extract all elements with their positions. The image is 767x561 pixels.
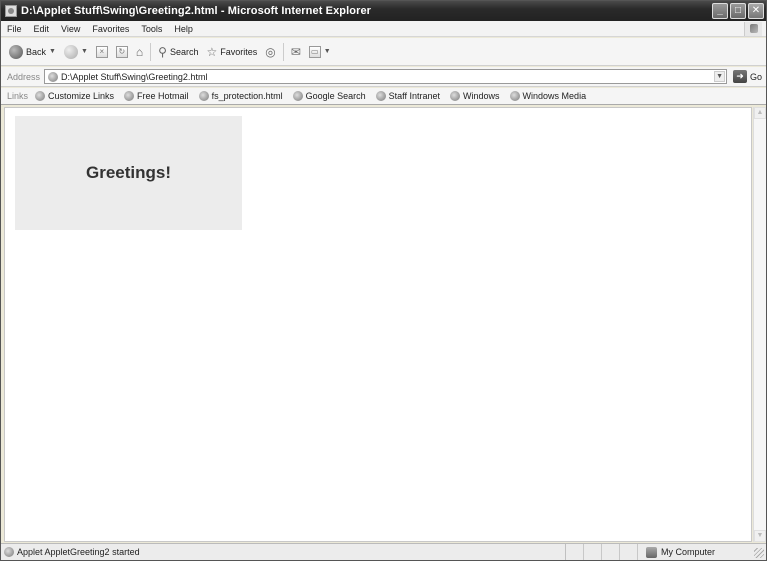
resize-grip-icon[interactable]: [754, 548, 764, 558]
link-label: Staff Intranet: [388, 91, 441, 101]
link-windows[interactable]: Windows: [447, 91, 500, 101]
ie-page-icon: [292, 91, 303, 101]
status-cell: [620, 544, 638, 560]
windows-logo-icon: [744, 22, 762, 36]
mail-icon: ✉: [290, 44, 301, 59]
link-label: Windows Media: [522, 91, 587, 101]
back-arrow-icon: [9, 44, 23, 59]
address-bar: Address D:\Applet Stuff\Swing\Greeting2.…: [1, 67, 766, 87]
print-icon: ▭: [308, 45, 321, 58]
menu-view[interactable]: View: [55, 24, 86, 34]
browser-window: D:\Applet Stuff\Swing\Greeting2.html - M…: [0, 0, 767, 561]
computer-icon: [646, 546, 657, 558]
favorites-label: Favorites: [220, 46, 258, 57]
forward-arrow-icon: [63, 44, 78, 59]
stop-icon: ×: [95, 45, 108, 58]
status-page-icon: [4, 547, 14, 557]
ie-page-icon: [124, 91, 135, 101]
menu-file[interactable]: File: [1, 24, 28, 34]
toolbar-separator: [282, 42, 284, 61]
address-dropdown-icon[interactable]: ▼: [714, 71, 726, 82]
window-controls: _ □ ✕: [712, 3, 764, 19]
favorites-button[interactable]: ☆ Favorites: [202, 41, 261, 63]
title-bar[interactable]: D:\Applet Stuff\Swing\Greeting2.html - M…: [1, 1, 766, 21]
print-button[interactable]: ▭ ▼: [305, 41, 335, 63]
security-zone[interactable]: My Computer: [638, 546, 716, 558]
link-label: Customize Links: [48, 91, 115, 101]
refresh-icon: ↻: [115, 45, 128, 58]
link-label: Google Search: [305, 91, 366, 101]
back-button[interactable]: Back ▼: [5, 41, 60, 63]
ie-page-icon: [198, 91, 209, 101]
menu-tools[interactable]: Tools: [135, 24, 168, 34]
greeting-applet[interactable]: Greetings!: [15, 116, 242, 230]
ie-page-icon: [375, 91, 386, 101]
address-input[interactable]: D:\Applet Stuff\Swing\Greeting2.html ▼: [44, 69, 728, 84]
forward-dropdown-icon[interactable]: ▼: [81, 48, 88, 55]
menu-bar: File Edit View Favorites Tools Help: [1, 21, 766, 37]
greeting-label: Greetings!: [85, 163, 172, 182]
search-icon: ⚲: [158, 44, 167, 59]
link-windows-media[interactable]: Windows Media: [507, 91, 587, 101]
go-arrow-icon: ➜: [733, 70, 748, 83]
ie-page-icon: [450, 91, 461, 101]
link-label: Windows: [463, 91, 500, 101]
media-icon: ◎: [265, 44, 276, 59]
media-button[interactable]: ◎: [261, 41, 279, 63]
back-label: Back: [26, 46, 47, 57]
mail-button[interactable]: ✉: [287, 41, 305, 63]
maximize-button[interactable]: □: [730, 3, 746, 19]
links-label: Links: [7, 91, 29, 101]
standard-toolbar: Back ▼ ▼ × ↻ ⌂ ⚲ Search ☆ Favorites ◎ ✉ …: [1, 38, 766, 66]
back-dropdown-icon[interactable]: ▼: [49, 48, 56, 55]
zone-label: My Computer: [661, 547, 716, 557]
link-fs-protection[interactable]: fs_protection.html: [196, 91, 283, 101]
home-button[interactable]: ⌂: [132, 41, 147, 63]
minimize-button[interactable]: _: [712, 3, 728, 19]
status-cell: [566, 544, 584, 560]
link-customize-links[interactable]: Customize Links: [32, 91, 114, 101]
ie-page-icon: [509, 91, 520, 101]
search-label: Search: [169, 46, 199, 57]
window-title: D:\Applet Stuff\Swing\Greeting2.html - M…: [21, 5, 372, 17]
print-dropdown-icon[interactable]: ▼: [324, 48, 331, 55]
status-cell: [602, 544, 620, 560]
toolbar-separator: [150, 42, 152, 61]
stop-button[interactable]: ×: [92, 41, 112, 63]
status-bar: Applet AppletGreeting2 started My Comput…: [1, 543, 766, 560]
address-value[interactable]: D:\Applet Stuff\Swing\Greeting2.html: [61, 72, 207, 82]
ie-app-icon[interactable]: [5, 5, 17, 17]
forward-button[interactable]: ▼: [60, 41, 92, 63]
link-google-search[interactable]: Google Search: [290, 91, 366, 101]
links-bar: Links Customize Links Free Hotmail fs_pr…: [1, 88, 766, 105]
address-label: Address: [7, 71, 41, 82]
search-button[interactable]: ⚲ Search: [154, 41, 202, 63]
star-icon: ☆: [206, 44, 218, 59]
link-label: Free Hotmail: [137, 91, 189, 101]
status-message: Applet AppletGreeting2 started: [17, 547, 140, 557]
home-icon: ⌂: [135, 44, 144, 59]
link-free-hotmail[interactable]: Free Hotmail: [121, 91, 189, 101]
menu-favorites[interactable]: Favorites: [86, 24, 135, 34]
scroll-up-arrow-icon[interactable]: ▲: [754, 107, 766, 119]
close-button[interactable]: ✕: [748, 3, 764, 19]
scroll-down-arrow-icon[interactable]: ▼: [754, 530, 766, 542]
vertical-scrollbar[interactable]: ▲ ▼: [753, 107, 766, 542]
page-viewport[interactable]: Greetings!: [4, 107, 752, 542]
link-staff-intranet[interactable]: Staff Intranet: [373, 91, 440, 101]
link-label: fs_protection.html: [211, 91, 283, 101]
menu-edit[interactable]: Edit: [28, 24, 56, 34]
go-button[interactable]: ➜ Go: [733, 70, 762, 83]
ie-page-icon: [35, 91, 46, 101]
menu-help[interactable]: Help: [168, 24, 199, 34]
go-label: Go: [750, 71, 763, 82]
page-icon: [48, 71, 59, 82]
status-cell: [584, 544, 602, 560]
status-message-area: Applet AppletGreeting2 started: [1, 544, 566, 560]
refresh-button[interactable]: ↻: [112, 41, 132, 63]
